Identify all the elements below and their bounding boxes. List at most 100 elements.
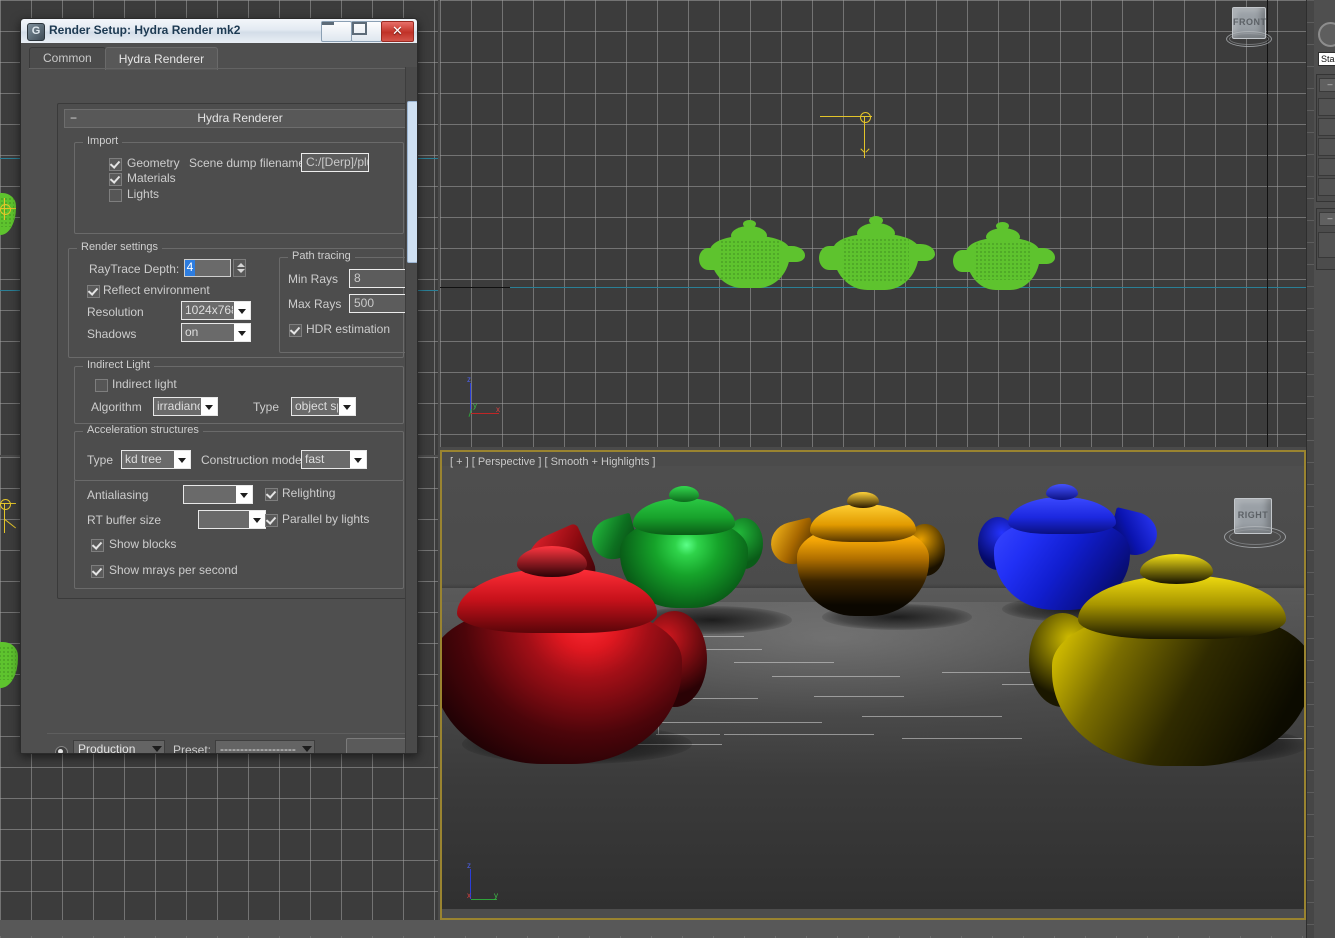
chevron-down-icon[interactable] bbox=[350, 451, 366, 468]
max-rays-label: Max Rays bbox=[288, 297, 341, 311]
viewport-front[interactable]: z y x FRONT bbox=[440, 0, 1306, 447]
red-teapot bbox=[442, 546, 682, 764]
algorithm-label: Algorithm bbox=[91, 400, 142, 414]
max-rays-input[interactable]: 500 bbox=[349, 294, 407, 313]
chevron-down-icon[interactable] bbox=[152, 746, 162, 752]
render-settings-group: Render settings RayTrace Depth: 4 Reflec… bbox=[68, 248, 404, 358]
indirect-type-select[interactable]: object spa bbox=[291, 397, 356, 416]
minimize-button[interactable] bbox=[321, 21, 352, 42]
chevron-down-icon[interactable] bbox=[234, 324, 250, 341]
antialiasing-label: Antialiasing bbox=[87, 488, 148, 502]
close-icon: ✕ bbox=[382, 23, 413, 39]
path-tracing-group: Path tracing Min Rays 8 Max Rays 500 HDR… bbox=[279, 257, 409, 353]
acceleration-group-label: Acceleration structures bbox=[83, 424, 203, 436]
show-mrays-checkbox[interactable] bbox=[91, 565, 104, 578]
rt-buffer-size-select[interactable] bbox=[198, 510, 266, 529]
render-settings-label: Render settings bbox=[77, 241, 162, 253]
construction-mode-value: fast bbox=[305, 451, 349, 468]
construction-mode-select[interactable]: fast bbox=[301, 450, 367, 469]
axis-tripod-front: z y x bbox=[464, 375, 504, 417]
materials-checkbox[interactable] bbox=[109, 173, 122, 186]
production-radio[interactable] bbox=[55, 746, 68, 754]
param-field-1[interactable] bbox=[1318, 98, 1335, 116]
accel-type-label: Type bbox=[87, 453, 113, 467]
wire-teapot-1[interactable] bbox=[695, 218, 805, 290]
viewport-label: [ + ] [ Perspective ] [ Smooth + Highlig… bbox=[450, 456, 655, 468]
resolution-select[interactable]: 1024x768 bbox=[181, 301, 251, 320]
wire-teapot-2[interactable] bbox=[815, 214, 935, 290]
import-group: Import Geometry Materials Lights Scene d… bbox=[74, 142, 404, 234]
lights-checkbox[interactable] bbox=[109, 189, 122, 202]
raytrace-depth-label: RayTrace Depth: bbox=[89, 262, 179, 276]
scrollbar-thumb[interactable] bbox=[407, 101, 418, 263]
chevron-down-icon[interactable] bbox=[302, 746, 312, 752]
light-gizmo-2 bbox=[0, 497, 22, 537]
rollout-toggle-2[interactable]: – bbox=[1319, 212, 1335, 226]
rollout-header[interactable]: − Hydra Renderer bbox=[64, 109, 416, 128]
param-field-4[interactable] bbox=[1318, 158, 1335, 176]
raytrace-depth-spinner[interactable] bbox=[233, 259, 246, 277]
viewport-perspective[interactable]: [ + ] [ Perspective ] [ Smooth + Highlig… bbox=[440, 450, 1306, 920]
chevron-down-icon[interactable] bbox=[236, 486, 252, 503]
antialiasing-select[interactable] bbox=[183, 485, 253, 504]
dialog-scrollbar[interactable] bbox=[405, 67, 417, 753]
tab-common[interactable]: Common bbox=[29, 47, 106, 68]
param-field-2[interactable] bbox=[1318, 118, 1335, 136]
geometry-checkbox[interactable] bbox=[109, 158, 122, 171]
construction-mode-label: Construction mode bbox=[201, 453, 302, 467]
relighting-label: Relighting bbox=[282, 486, 335, 500]
chevron-down-icon[interactable] bbox=[174, 451, 190, 468]
wire-teapot-3[interactable] bbox=[950, 222, 1055, 290]
shadows-select[interactable]: on bbox=[181, 323, 251, 342]
orange-teapot bbox=[797, 492, 929, 616]
raytrace-depth-input[interactable]: 4 bbox=[184, 259, 231, 277]
preset-select[interactable]: ------------------- bbox=[215, 740, 315, 754]
rendered-scene: z y x RIGHT bbox=[442, 466, 1304, 918]
close-button[interactable]: ✕ bbox=[381, 21, 414, 42]
indirect-type-value: object spa bbox=[295, 398, 338, 415]
indirect-light-group: Indirect Light Indirect light Algorithm … bbox=[74, 366, 404, 424]
algorithm-value: irradiance bbox=[157, 398, 200, 415]
reflect-environment-checkbox[interactable] bbox=[87, 285, 100, 298]
dialog-titlebar[interactable]: G Render Setup: Hydra Render mk2 ✕ bbox=[21, 19, 417, 44]
color-swatch-icon[interactable] bbox=[1318, 22, 1335, 47]
command-panel[interactable]: Sta – – bbox=[1306, 0, 1335, 938]
axis-tripod-perspective: z y x bbox=[464, 861, 504, 903]
viewcube-perspective[interactable]: RIGHT bbox=[1224, 496, 1284, 554]
rt-buffer-size-label: RT buffer size bbox=[87, 513, 161, 527]
relighting-checkbox[interactable] bbox=[265, 488, 278, 501]
scene-dump-filename-input[interactable]: C:/[Derp]/plu bbox=[301, 153, 369, 172]
accel-type-select[interactable]: kd tree bbox=[121, 450, 191, 469]
viewcube-front[interactable]: FRONT bbox=[1226, 5, 1270, 49]
chevron-down-icon[interactable] bbox=[249, 511, 265, 528]
parallel-by-lights-label: Parallel by lights bbox=[282, 512, 369, 526]
rollout-title: Hydra Renderer bbox=[65, 111, 415, 125]
maximize-button[interactable] bbox=[351, 21, 382, 42]
rollout-toggle-1[interactable]: – bbox=[1319, 78, 1335, 92]
dialog-title: Render Setup: Hydra Render mk2 bbox=[49, 23, 240, 37]
preset-label: Preset: bbox=[173, 743, 211, 754]
algorithm-select[interactable]: irradiance bbox=[153, 397, 218, 416]
chevron-down-icon[interactable] bbox=[201, 398, 217, 415]
accel-type-value: kd tree bbox=[125, 451, 173, 468]
object-name-field[interactable]: Sta bbox=[1318, 52, 1335, 66]
directional-light-gizmo[interactable] bbox=[820, 108, 880, 160]
hdr-estimation-checkbox[interactable] bbox=[289, 324, 302, 337]
viewcube-label: FRONT bbox=[1233, 17, 1265, 27]
show-blocks-checkbox[interactable] bbox=[91, 539, 104, 552]
viewport-bottom-bar bbox=[442, 909, 1304, 918]
param-field-5[interactable] bbox=[1318, 178, 1335, 196]
command-panel-rail bbox=[1307, 0, 1314, 938]
chevron-down-icon[interactable] bbox=[339, 398, 355, 415]
acceleration-structures-group: Acceleration structures Type kd tree Con… bbox=[74, 431, 404, 481]
render-mode-select[interactable]: Production bbox=[73, 740, 165, 754]
param-field-6[interactable] bbox=[1318, 232, 1335, 258]
indirect-light-checkbox[interactable] bbox=[95, 379, 108, 392]
param-field-3[interactable] bbox=[1318, 138, 1335, 156]
render-setup-dialog[interactable]: G Render Setup: Hydra Render mk2 ✕ Commo… bbox=[20, 18, 418, 754]
parallel-by-lights-checkbox[interactable] bbox=[265, 514, 278, 527]
min-rays-input[interactable]: 8 bbox=[349, 269, 407, 288]
materials-label: Materials bbox=[127, 171, 176, 185]
tab-hydra-renderer[interactable]: Hydra Renderer bbox=[105, 47, 218, 70]
chevron-down-icon[interactable] bbox=[234, 302, 250, 319]
